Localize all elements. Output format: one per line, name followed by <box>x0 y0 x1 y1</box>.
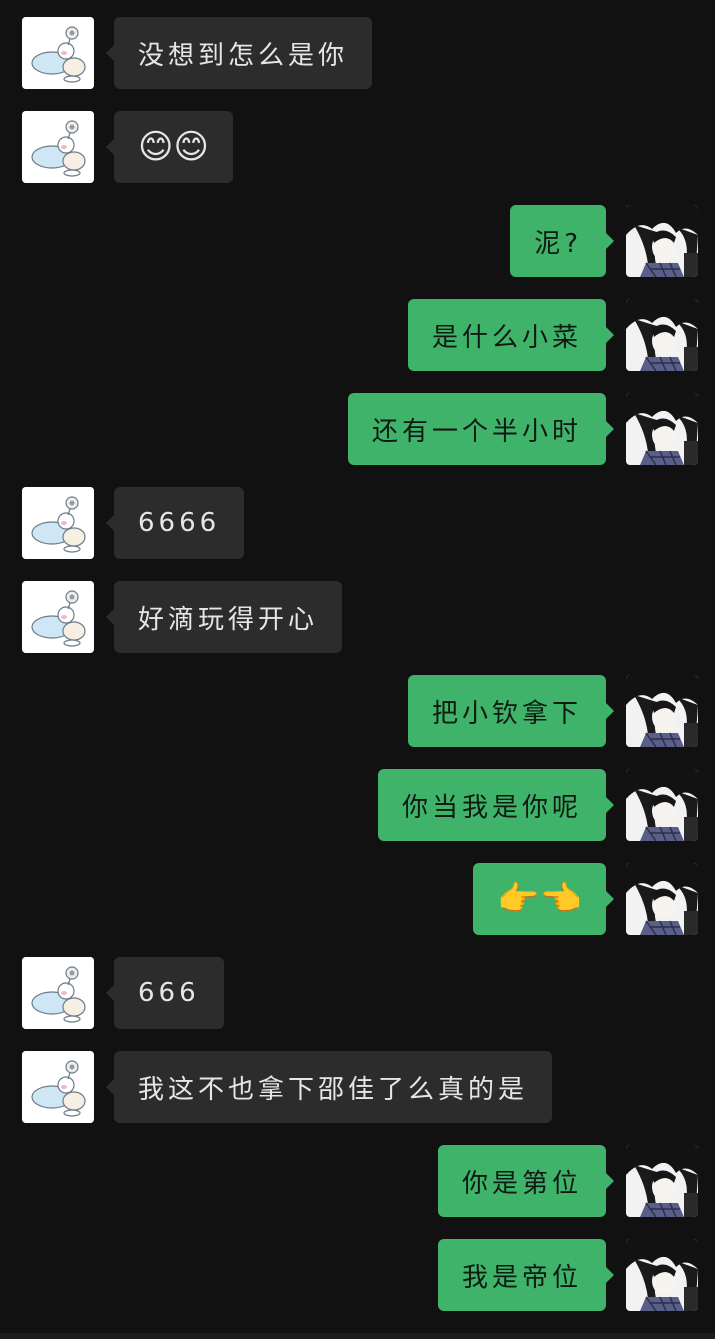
contact-avatar[interactable] <box>22 1051 94 1123</box>
message-bubble[interactable]: 没想到怎么是你 <box>105 17 373 89</box>
message-text: 没想到怎么是你 <box>138 40 349 71</box>
message-text: 是什么小菜 <box>431 322 582 353</box>
message-bubble[interactable]: 好滴玩得开心 <box>105 581 343 653</box>
message-bubble[interactable]: 😊😊 <box>106 111 233 183</box>
message-row-outgoing: 你当我是你呢 <box>0 769 715 841</box>
anime-boy-avatar-icon <box>626 675 698 747</box>
contact-avatar[interactable] <box>22 17 94 89</box>
chat-message-list[interactable]: 没想到怎么是你 😊😊 泥? 是什么小菜 还有一个半小时 6666 好滴玩得开心 … <box>0 0 715 1339</box>
pointing-fingers-emoji-icon: 👉👈 <box>497 879 582 919</box>
message-row-outgoing: 把小钦拿下 <box>0 675 715 747</box>
my-avatar[interactable] <box>626 393 698 465</box>
anime-boy-avatar-icon <box>626 769 698 841</box>
message-row-incoming: 666 <box>0 957 715 1029</box>
message-text: 你当我是你呢 <box>401 792 582 823</box>
cartoon-sleeping-avatar-icon <box>22 581 94 653</box>
contact-avatar[interactable] <box>22 111 94 183</box>
message-text: 好滴玩得开心 <box>138 604 319 635</box>
my-avatar[interactable] <box>626 299 698 371</box>
bottom-divider <box>0 1333 715 1339</box>
message-row-outgoing: 还有一个半小时 <box>0 393 715 465</box>
message-bubble[interactable]: 是什么小菜 <box>407 299 615 371</box>
message-text: 你是第位 <box>461 1168 582 1199</box>
message-row-outgoing: 你是第位 <box>0 1145 715 1217</box>
message-row-incoming: 6666 <box>0 487 715 559</box>
contact-avatar[interactable] <box>22 581 94 653</box>
message-bubble[interactable]: 6666 <box>105 487 245 559</box>
cartoon-sleeping-avatar-icon <box>22 111 94 183</box>
my-avatar[interactable] <box>626 769 698 841</box>
message-bubble[interactable]: 还有一个半小时 <box>347 393 615 465</box>
anime-boy-avatar-icon <box>626 393 698 465</box>
message-bubble[interactable]: 你当我是你呢 <box>377 769 615 841</box>
my-avatar[interactable] <box>626 675 698 747</box>
message-text: 6666 <box>138 508 221 538</box>
message-bubble[interactable]: 把小钦拿下 <box>407 675 615 747</box>
message-bubble[interactable]: 泥? <box>510 205 614 277</box>
cartoon-sleeping-avatar-icon <box>22 487 94 559</box>
anime-boy-avatar-icon <box>626 1239 698 1311</box>
message-text: 我是帝位 <box>461 1262 582 1293</box>
message-row-outgoing: 我是帝位 <box>0 1239 715 1311</box>
my-avatar[interactable] <box>626 863 698 935</box>
message-row-outgoing: 是什么小菜 <box>0 299 715 371</box>
message-text: 666 <box>138 978 200 1008</box>
message-row-incoming: 好滴玩得开心 <box>0 581 715 653</box>
cartoon-sleeping-avatar-icon <box>22 1051 94 1123</box>
smiley-emoji-icon: 😊😊 <box>138 127 209 167</box>
message-row-outgoing: 泥? <box>0 205 715 277</box>
anime-boy-avatar-icon <box>626 1145 698 1217</box>
message-bubble[interactable]: 你是第位 <box>437 1145 615 1217</box>
message-bubble[interactable]: 我这不也拿下邵佳了么真的是 <box>105 1051 553 1123</box>
my-avatar[interactable] <box>626 1239 698 1311</box>
contact-avatar[interactable] <box>22 957 94 1029</box>
anime-boy-avatar-icon <box>626 299 698 371</box>
message-bubble[interactable]: 👉👈 <box>473 863 614 935</box>
anime-boy-avatar-icon <box>626 205 698 277</box>
message-text: 我这不也拿下邵佳了么真的是 <box>138 1074 529 1105</box>
cartoon-sleeping-avatar-icon <box>22 17 94 89</box>
message-bubble[interactable]: 666 <box>106 957 224 1029</box>
message-row-incoming: 😊😊 <box>0 111 715 183</box>
anime-boy-avatar-icon <box>626 863 698 935</box>
contact-avatar[interactable] <box>22 487 94 559</box>
message-text: 泥? <box>534 228 582 259</box>
message-text: 还有一个半小时 <box>371 416 582 447</box>
message-text: 把小钦拿下 <box>431 698 582 729</box>
message-row-incoming: 没想到怎么是你 <box>0 17 715 89</box>
cartoon-sleeping-avatar-icon <box>22 957 94 1029</box>
message-row-incoming: 我这不也拿下邵佳了么真的是 <box>0 1051 715 1123</box>
message-row-outgoing: 👉👈 <box>0 863 715 935</box>
my-avatar[interactable] <box>626 1145 698 1217</box>
message-bubble[interactable]: 我是帝位 <box>437 1239 615 1311</box>
my-avatar[interactable] <box>626 205 698 277</box>
